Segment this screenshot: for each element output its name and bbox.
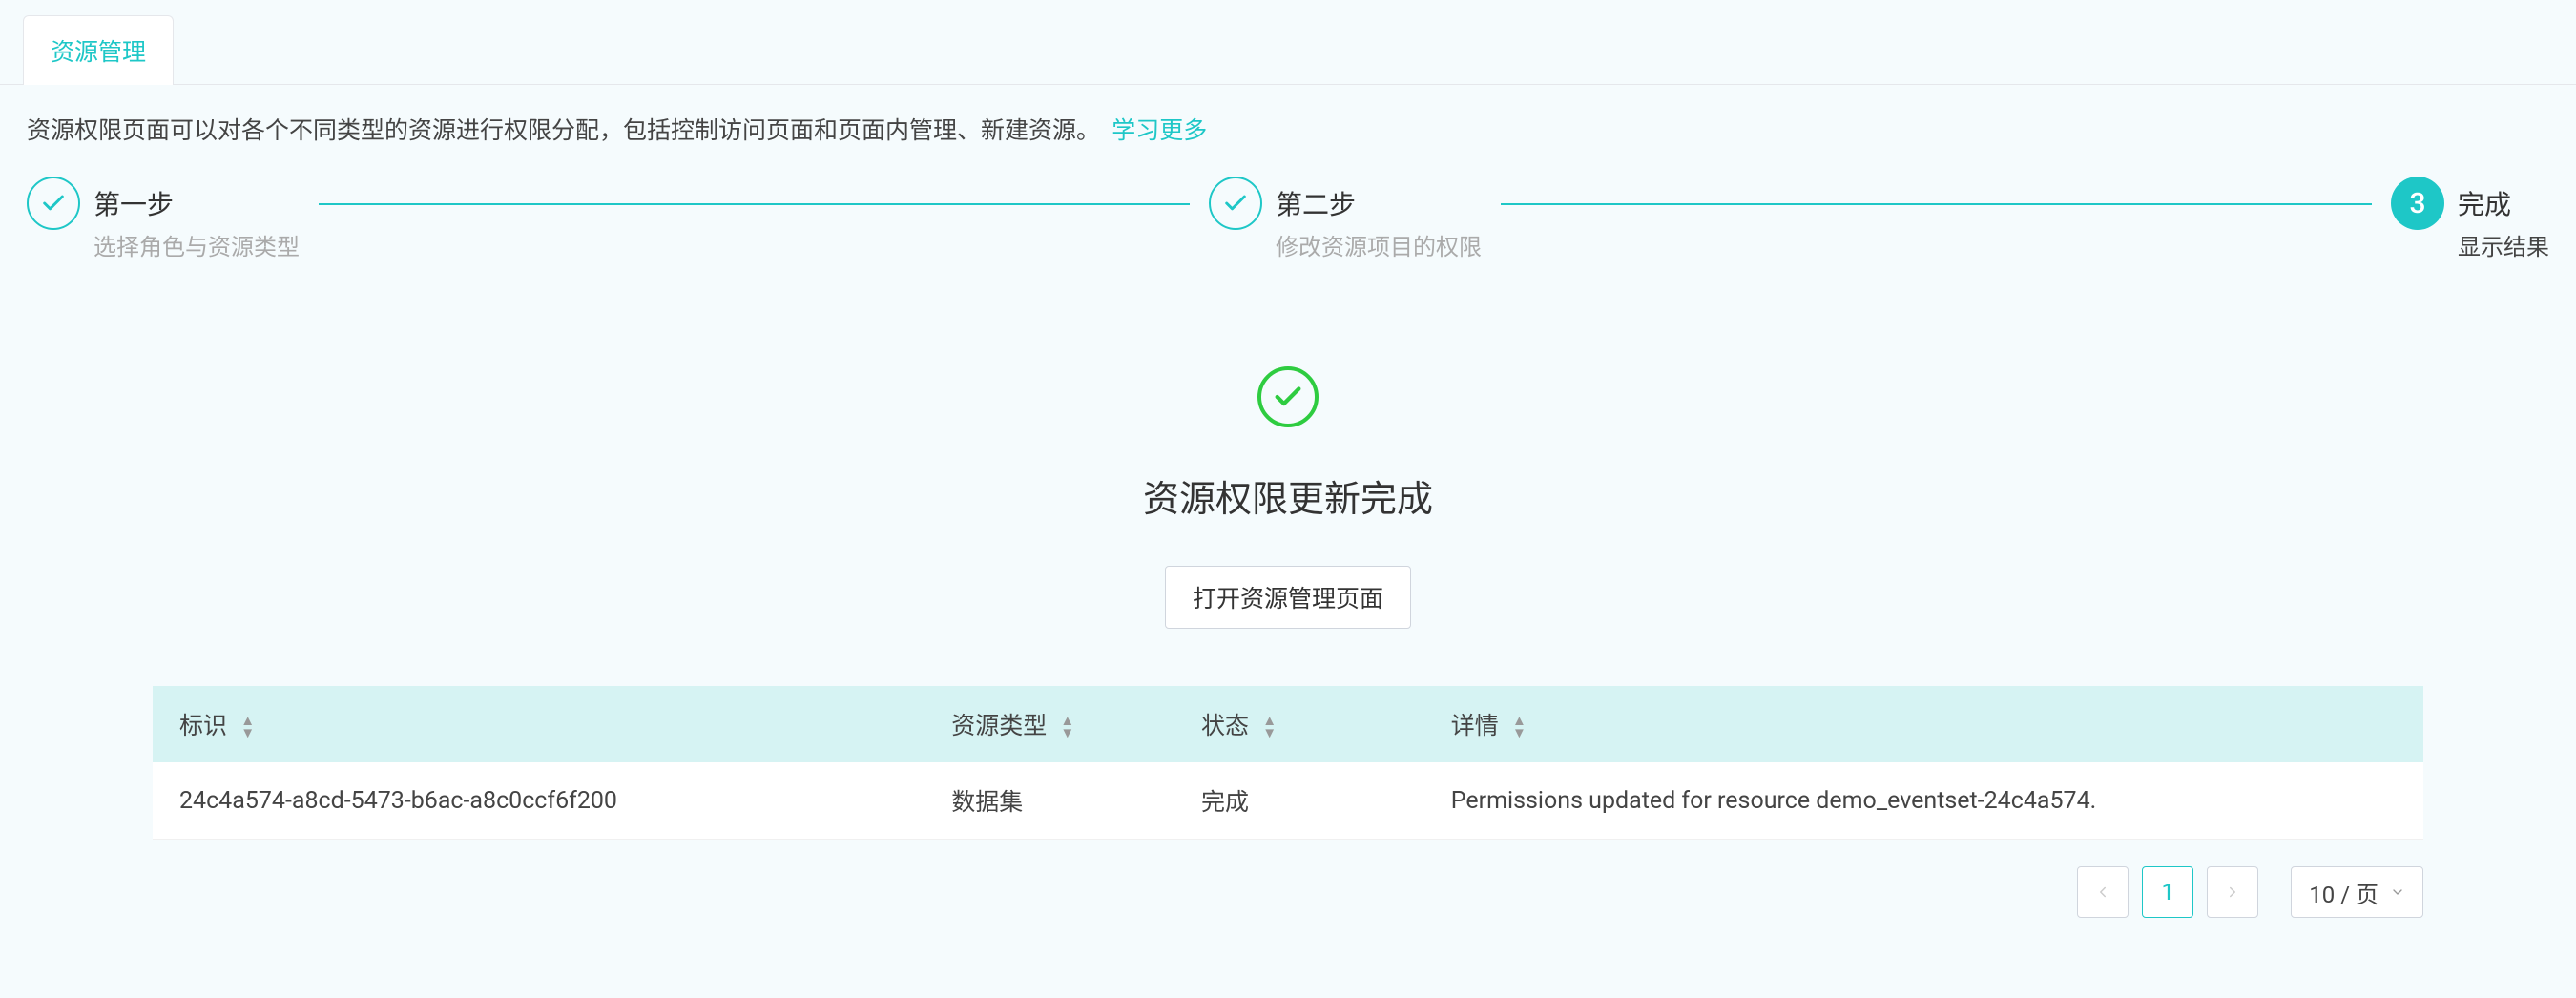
result-title: 资源权限更新完成 xyxy=(1143,469,1433,522)
results-table-wrap: 标识 ▲▼ 资源类型 ▲▼ 状态 ▲▼ 详情 ▲▼ xyxy=(0,686,2576,840)
steps-bar: 第一步 选择角色与资源类型 第二步 修改资源项目的权限 3 完成 xyxy=(0,159,2576,271)
step-2-title: 第二步 xyxy=(1276,184,1482,222)
cell-status: 完成 xyxy=(1174,762,1424,840)
step-connector-1 xyxy=(319,203,1190,205)
step-3-title: 完成 xyxy=(2458,184,2549,222)
step-2-subtitle: 修改资源项目的权限 xyxy=(1276,228,1482,261)
table-header-row: 标识 ▲▼ 资源类型 ▲▼ 状态 ▲▼ 详情 ▲▼ xyxy=(153,686,2423,762)
results-table: 标识 ▲▼ 资源类型 ▲▼ 状态 ▲▼ 详情 ▲▼ xyxy=(153,686,2423,840)
step-1-subtitle: 选择角色与资源类型 xyxy=(93,228,300,261)
cell-id: 24c4a574-a8cd-5473-b6ac-a8c0ccf6f200 xyxy=(153,762,924,840)
table-row: 24c4a574-a8cd-5473-b6ac-a8c0ccf6f200 数据集… xyxy=(153,762,2423,840)
prev-page-button[interactable] xyxy=(2077,866,2129,918)
chevron-down-icon xyxy=(2390,884,2405,900)
open-resource-management-button[interactable]: 打开资源管理页面 xyxy=(1165,566,1411,629)
learn-more-link[interactable]: 学习更多 xyxy=(1111,117,1207,145)
step-3: 3 完成 显示结果 xyxy=(2391,177,2549,261)
pagination: 1 10 / 页 xyxy=(0,840,2576,945)
tabs-bar: 资源管理 xyxy=(0,0,2576,85)
column-header-status[interactable]: 状态 ▲▼ xyxy=(1174,686,1424,762)
step-3-number-icon: 3 xyxy=(2391,177,2444,230)
page-number-1[interactable]: 1 xyxy=(2142,866,2193,918)
column-header-detail-label: 详情 xyxy=(1451,713,1499,740)
cell-type: 数据集 xyxy=(924,762,1174,840)
check-icon xyxy=(27,177,80,230)
sort-icon: ▲▼ xyxy=(1060,715,1074,740)
check-icon xyxy=(1209,177,1262,230)
step-1-title: 第一步 xyxy=(93,184,300,222)
sort-icon: ▲▼ xyxy=(1512,715,1527,740)
result-section: 资源权限更新完成 打开资源管理页面 xyxy=(0,271,2576,686)
page-description: 资源权限页面可以对各个不同类型的资源进行权限分配，包括控制访问页面和页面内管理、… xyxy=(0,85,2576,159)
description-text: 资源权限页面可以对各个不同类型的资源进行权限分配，包括控制访问页面和页面内管理、… xyxy=(27,117,1100,145)
success-check-icon xyxy=(1257,366,1319,427)
tab-resource-management[interactable]: 资源管理 xyxy=(23,15,174,85)
column-header-id-label: 标识 xyxy=(179,713,227,740)
column-header-detail[interactable]: 详情 ▲▼ xyxy=(1424,686,2423,762)
step-connector-2 xyxy=(1501,203,2372,205)
page-size-label: 10 / 页 xyxy=(2309,876,2379,909)
next-page-button[interactable] xyxy=(2207,866,2258,918)
column-header-id[interactable]: 标识 ▲▼ xyxy=(153,686,924,762)
page-size-select[interactable]: 10 / 页 xyxy=(2291,866,2423,918)
chevron-left-icon xyxy=(2094,884,2111,901)
step-1: 第一步 选择角色与资源类型 xyxy=(27,177,300,261)
chevron-right-icon xyxy=(2224,884,2241,901)
column-header-status-label: 状态 xyxy=(1201,713,1249,740)
sort-icon: ▲▼ xyxy=(240,715,255,740)
column-header-type-label: 资源类型 xyxy=(951,713,1047,740)
column-header-type[interactable]: 资源类型 ▲▼ xyxy=(924,686,1174,762)
sort-icon: ▲▼ xyxy=(1262,715,1277,740)
step-3-subtitle: 显示结果 xyxy=(2458,228,2549,261)
cell-detail: Permissions updated for resource demo_ev… xyxy=(1424,762,2423,840)
step-2: 第二步 修改资源项目的权限 xyxy=(1209,177,1482,261)
